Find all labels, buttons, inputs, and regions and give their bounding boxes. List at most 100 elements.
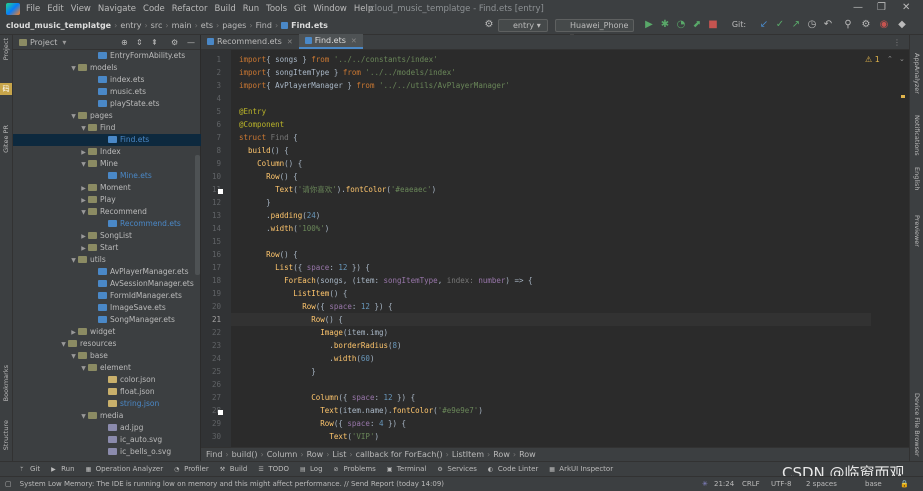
code-line[interactable]: .width(60): [239, 352, 374, 365]
tree-node[interactable]: ▼ pages: [13, 110, 201, 122]
code-line[interactable]: .padding(24): [239, 209, 320, 222]
code-line[interactable]: }: [239, 365, 316, 378]
history-icon[interactable]: ◷: [806, 19, 818, 31]
line-number[interactable]: 26: [201, 380, 221, 389]
gitee-pr-tool-tab[interactable]: Gitee PR: [2, 125, 10, 153]
maximize-icon[interactable]: ❐: [877, 2, 886, 13]
tree-node[interactable]: ad.jpg: [13, 422, 201, 434]
code-breadcrumb-item[interactable]: List: [332, 450, 346, 459]
arkui-inspector-tool-button[interactable]: ▦ ArkUI Inspector: [549, 465, 613, 473]
profile-icon[interactable]: ◔: [675, 19, 687, 31]
collapse-all-icon[interactable]: ⇞: [151, 38, 158, 47]
code-line[interactable]: @Component: [239, 118, 284, 131]
appanalyzer-tool-tab[interactable]: AppAnalyzer: [913, 53, 921, 94]
debug-icon[interactable]: ✱: [659, 19, 671, 31]
chevron-up-icon[interactable]: ⌃: [887, 55, 893, 63]
profiler-tool-button[interactable]: ◔ Profiler: [174, 465, 209, 473]
tree-scrollbar[interactable]: [195, 155, 200, 275]
bookmarks-tool-tab[interactable]: Bookmarks: [2, 365, 10, 401]
log-tool-button[interactable]: ▤ Log: [300, 465, 323, 473]
git-tool-button[interactable]: ᛘ Git: [20, 465, 40, 473]
menu-edit[interactable]: Edit: [47, 4, 63, 14]
structure-tool-tab[interactable]: Structure: [2, 420, 10, 450]
line-number[interactable]: 8: [201, 146, 221, 155]
tree-node[interactable]: ▶ Start: [13, 242, 201, 254]
code-line[interactable]: }: [239, 196, 271, 209]
code-breadcrumb-item[interactable]: ListItem: [452, 450, 484, 459]
line-number[interactable]: 12: [201, 198, 221, 207]
tree-node[interactable]: ▼ base: [13, 350, 201, 362]
git-push-icon[interactable]: ↗: [790, 19, 802, 31]
git-update-icon[interactable]: ↙: [758, 19, 770, 31]
line-number[interactable]: 17: [201, 263, 221, 272]
expand-all-icon[interactable]: ⇕: [136, 38, 143, 47]
code-line[interactable]: Column({ space: 12 }) {: [239, 391, 415, 404]
run-icon[interactable]: ▶: [643, 19, 655, 31]
code-breadcrumb-item[interactable]: Column: [267, 450, 298, 459]
lock-icon[interactable]: 🔒: [900, 480, 909, 488]
tree-node[interactable]: ▶ Moment: [13, 182, 201, 194]
line-number[interactable]: 4: [201, 94, 221, 103]
settings-icon[interactable]: ⚙: [860, 19, 872, 31]
tab-find[interactable]: Find.ets ✕: [298, 34, 363, 49]
run-tool-button[interactable]: ▶ Run: [51, 465, 74, 473]
code-line[interactable]: ForEach(songs, (item: songItemType, inde…: [239, 274, 532, 287]
project-tool-tab[interactable]: Project: [2, 38, 10, 60]
gitee-icon[interactable]: 码: [0, 83, 12, 95]
code-line[interactable]: Text('VIP'): [239, 430, 379, 443]
line-number[interactable]: 5: [201, 107, 221, 116]
code-line[interactable]: Column() {: [239, 157, 302, 170]
services-tool-button[interactable]: ⚙ Services: [437, 465, 477, 473]
gear-icon[interactable]: ⚙: [483, 19, 495, 31]
code-line[interactable]: build() {: [239, 144, 289, 157]
code-line[interactable]: Row({ space: 4 }) {: [239, 417, 406, 430]
tree-node[interactable]: ▼ Mine: [13, 158, 201, 170]
code-line[interactable]: Image(item.img): [239, 326, 388, 339]
gutter-color-swatch[interactable]: [218, 189, 223, 194]
indent-setting[interactable]: 2 spaces: [806, 480, 837, 488]
menu-code[interactable]: Code: [143, 4, 165, 14]
line-number[interactable]: 7: [201, 133, 221, 142]
menu-file[interactable]: File: [26, 4, 40, 14]
line-number[interactable]: 21: [201, 315, 221, 324]
line-number[interactable]: 24: [201, 354, 221, 363]
tree-node[interactable]: ▼ utils: [13, 254, 201, 266]
tree-node[interactable]: ▼ resources: [13, 338, 201, 350]
menu-view[interactable]: View: [71, 4, 91, 14]
tree-node[interactable]: Find.ets: [13, 134, 201, 146]
todo-tool-button[interactable]: ☰ TODO: [258, 465, 289, 473]
code-breadcrumb-item[interactable]: callback for ForEach(): [356, 450, 443, 459]
tree-node[interactable]: float.json: [13, 386, 201, 398]
file-encoding[interactable]: UTF-8: [771, 480, 791, 488]
cursor-position[interactable]: 21:24: [714, 480, 734, 488]
line-number[interactable]: 20: [201, 302, 221, 311]
line-number[interactable]: 23: [201, 341, 221, 350]
line-number[interactable]: 3: [201, 81, 221, 90]
line-number[interactable]: 25: [201, 367, 221, 376]
line-number[interactable]: 22: [201, 328, 221, 337]
tab-recommend[interactable]: Recommend.ets ✕: [201, 34, 299, 49]
tree-node[interactable]: ImageSave.ets: [13, 302, 201, 314]
code-line[interactable]: Text(item.name).fontColor('#e9e9e7'): [239, 404, 483, 417]
hide-icon[interactable]: —: [187, 38, 195, 47]
line-separator[interactable]: CRLF: [742, 480, 760, 488]
code-line[interactable]: Row() {: [239, 170, 298, 183]
code-linter-tool-button[interactable]: ◐ Code Linter: [488, 465, 538, 473]
more-tabs-icon[interactable]: ⋮: [893, 38, 901, 47]
code-breadcrumb-item[interactable]: Row: [519, 450, 536, 459]
breadcrumb-item[interactable]: src: [151, 21, 163, 30]
code-breadcrumb-item[interactable]: Row: [493, 450, 510, 459]
menu-run[interactable]: Run: [243, 4, 259, 14]
line-number[interactable]: 9: [201, 159, 221, 168]
tree-node[interactable]: ▶ Play: [13, 194, 201, 206]
previewer-tool-tab[interactable]: Previewer: [913, 215, 921, 247]
locate-icon[interactable]: ⊕: [121, 38, 128, 47]
breadcrumb-item[interactable]: pages: [222, 21, 246, 30]
chevron-down-icon[interactable]: ▾: [62, 38, 66, 47]
notifications-tool-tab[interactable]: Notifications: [913, 115, 921, 156]
tree-node[interactable]: EntryFormAbility.ets: [13, 50, 201, 62]
tree-node[interactable]: AvPlayerManager.ets: [13, 266, 201, 278]
tree-node[interactable]: ▼ Find: [13, 122, 201, 134]
code-area[interactable]: import{ songs } from '../../constants/in…: [231, 50, 871, 447]
line-number[interactable]: 10: [201, 172, 221, 181]
